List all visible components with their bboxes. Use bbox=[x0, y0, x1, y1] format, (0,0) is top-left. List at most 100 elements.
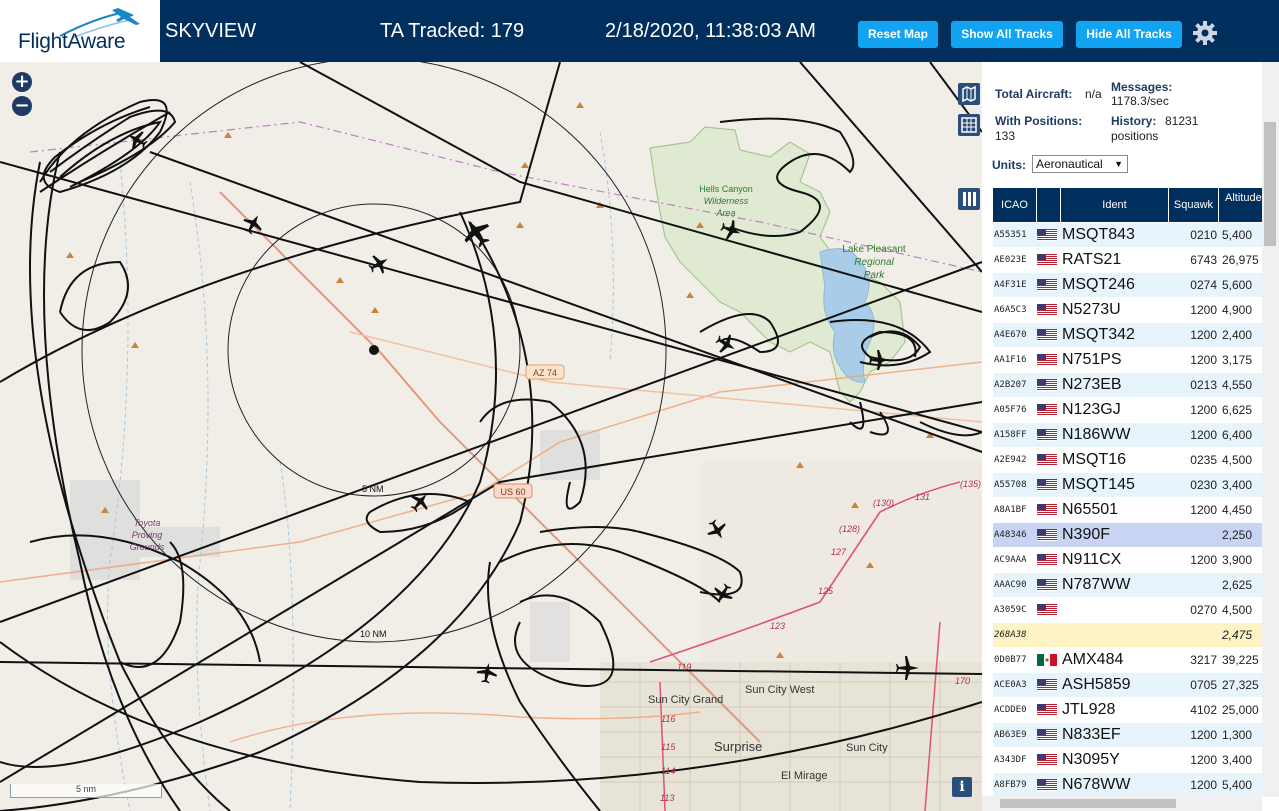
table-row[interactable]: AC9AAA N911CX 1200 3,900 bbox=[993, 548, 1279, 572]
ident-cell: ASH5859 bbox=[1062, 676, 1131, 693]
us-flag-icon bbox=[1037, 529, 1057, 541]
ident-cell: N787WW bbox=[1062, 576, 1131, 593]
table-row[interactable]: A55351 MSQT843 0210 5,400 bbox=[993, 223, 1279, 247]
zoom-in-button[interactable]: + bbox=[12, 72, 32, 92]
icao-cell: A48346 bbox=[994, 530, 1027, 540]
col-squawk[interactable]: Squawk bbox=[1169, 188, 1219, 222]
scale-label: 5 nm bbox=[75, 784, 96, 794]
us-flag-icon bbox=[1037, 779, 1057, 791]
icao-cell: A2E942 bbox=[994, 455, 1027, 465]
icao-cell: AC9AAA bbox=[994, 555, 1027, 565]
icao-cell: AA1F16 bbox=[994, 355, 1027, 365]
route-128: (128) bbox=[839, 524, 860, 534]
table-row[interactable]: AA1F16 N751PS 1200 3,175 bbox=[993, 348, 1279, 372]
az74-shield: AZ 74 bbox=[525, 364, 565, 380]
table-row[interactable]: A2E942 MSQT16 0235 4,500 bbox=[993, 448, 1279, 472]
squawk-cell: 1200 bbox=[1190, 553, 1217, 567]
altitude-cell: 5,400 bbox=[1222, 228, 1253, 242]
ident-cell: N833EF bbox=[1062, 726, 1121, 743]
altitude-cell: 1,300 bbox=[1222, 728, 1253, 742]
squawk-cell: 4102 bbox=[1190, 703, 1217, 717]
altitude-cell: 6,625 bbox=[1222, 403, 1253, 417]
table-row[interactable]: 0D0B77 AMX484 3217 39,225 bbox=[993, 648, 1279, 672]
altitude-cell: 25,000 bbox=[1222, 703, 1259, 717]
altitude-cell: 4,900 bbox=[1222, 303, 1253, 317]
urban-area bbox=[600, 462, 982, 811]
toyota-line-2: Proving bbox=[132, 530, 163, 540]
map-layers-icon[interactable] bbox=[958, 83, 980, 105]
az74-label: AZ 74 bbox=[533, 368, 557, 378]
flightaware-logo[interactable]: FlightAware bbox=[0, 0, 160, 62]
table-row[interactable]: AB63E9 N833EF 1200 1,300 bbox=[993, 723, 1279, 747]
table-row[interactable]: A2B207 N273EB 0213 4,550 bbox=[993, 373, 1279, 397]
table-row[interactable]: A4E670 MSQT342 1200 2,400 bbox=[993, 323, 1279, 347]
table-row[interactable]: A158FF N186WW 1200 6,400 bbox=[993, 423, 1279, 447]
scrollbar-thumb[interactable] bbox=[1264, 122, 1276, 246]
zoom-out-button[interactable]: − bbox=[12, 96, 32, 116]
gear-icon[interactable] bbox=[1191, 19, 1219, 47]
us-flag-icon bbox=[1037, 704, 1057, 716]
icao-cell: A55351 bbox=[994, 230, 1027, 240]
table-row[interactable]: A343DF N3095Y 1200 3,400 bbox=[993, 748, 1279, 772]
aircraft-icon[interactable] bbox=[712, 330, 739, 357]
icao-cell: A3059C bbox=[994, 605, 1027, 615]
grid-icon[interactable] bbox=[958, 114, 980, 136]
squawk-cell: 0210 bbox=[1190, 228, 1217, 242]
table-row[interactable]: ACE0A3 ASH5859 0705 27,325 bbox=[993, 673, 1279, 697]
table-row[interactable]: A8A1BF N65501 1200 4,450 bbox=[993, 498, 1279, 522]
squawk-cell: 0230 bbox=[1190, 478, 1217, 492]
squawk-cell: 3217 bbox=[1190, 653, 1217, 667]
ident-cell: N186WW bbox=[1062, 426, 1131, 443]
us-flag-icon bbox=[1037, 329, 1057, 341]
route-123: 123 bbox=[770, 621, 785, 631]
col-ident[interactable]: Ident bbox=[1061, 188, 1169, 222]
table-row[interactable]: AE023E RATS21 6743 26,975 bbox=[993, 248, 1279, 272]
aircraft-icon[interactable] bbox=[475, 661, 498, 684]
horizontal-scrollbar[interactable] bbox=[982, 796, 1262, 811]
ident-cell: N911CX bbox=[1062, 551, 1122, 568]
us-flag-icon bbox=[1037, 754, 1057, 766]
scrollbar-thumb[interactable] bbox=[1000, 799, 1176, 808]
altitude-cell: 26,975 bbox=[1222, 253, 1259, 267]
us-flag-icon bbox=[1037, 254, 1057, 266]
map-area[interactable]: Hells Canyon Wilderness Area Lake Pleasa… bbox=[0, 62, 982, 811]
table-row[interactable]: A3059C 0270 4,500 bbox=[993, 598, 1279, 622]
icao-cell: A8A1BF bbox=[994, 505, 1027, 515]
table-row[interactable]: A6A5C3 N5273U 1200 4,900 bbox=[993, 298, 1279, 322]
app-title: SKYVIEW bbox=[165, 20, 257, 42]
ident-cell: MSQT342 bbox=[1062, 326, 1135, 343]
map-canvas[interactable]: Hells Canyon Wilderness Area Lake Pleasa… bbox=[0, 62, 982, 811]
hide-all-tracks-button[interactable]: Hide All Tracks bbox=[1076, 21, 1182, 48]
squawk-cell bbox=[1169, 623, 1217, 647]
ident-cell: N751PS bbox=[1062, 351, 1122, 368]
table-row[interactable]: A05F76 N123GJ 1200 6,625 bbox=[993, 398, 1279, 422]
table-row[interactable]: A55708 MSQT145 0230 3,400 bbox=[993, 473, 1279, 497]
columns-icon[interactable] bbox=[958, 188, 980, 210]
squawk-cell: 1200 bbox=[1190, 778, 1217, 792]
us60-shield: US 60 bbox=[493, 483, 533, 499]
table-row[interactable]: AAAC90 N787WW 2,625 bbox=[993, 573, 1279, 597]
hells-canyon-line-3: Area bbox=[715, 208, 735, 218]
table-row[interactable]: 268A38 2,475 bbox=[993, 623, 1279, 647]
ident-cell: N678WW bbox=[1062, 776, 1131, 793]
table-row[interactable]: A48346 N390F 2,250 bbox=[993, 523, 1279, 547]
col-icao[interactable]: ICAO bbox=[993, 188, 1037, 222]
table-row[interactable]: A4F31E MSQT246 0274 5,600 bbox=[993, 273, 1279, 297]
units-label: Units: bbox=[992, 158, 1026, 172]
altitude-cell: 2,625 bbox=[1222, 578, 1253, 592]
route-131: 131 bbox=[915, 492, 930, 502]
vertical-scrollbar[interactable] bbox=[1262, 62, 1279, 796]
table-row[interactable]: ACDDE0 JTL928 4102 25,000 bbox=[993, 698, 1279, 722]
altitude-cell: 5,600 bbox=[1222, 278, 1253, 292]
col-flag[interactable] bbox=[1037, 188, 1061, 222]
lake-pleasant-line-1: Lake Pleasant bbox=[842, 244, 906, 255]
table-row[interactable]: A8FB79 N678WW 1200 5,400 bbox=[993, 773, 1279, 797]
us-flag-icon bbox=[1037, 554, 1057, 566]
show-all-tracks-button[interactable]: Show All Tracks bbox=[951, 21, 1063, 48]
history-value: 81231 bbox=[1165, 114, 1199, 128]
sun-city-west-label: Sun City West bbox=[745, 684, 815, 696]
units-select[interactable]: Aeronautical ▼ bbox=[1032, 155, 1128, 173]
icao-cell: A4F31E bbox=[994, 280, 1027, 290]
reset-map-button[interactable]: Reset Map bbox=[858, 21, 938, 48]
info-button[interactable]: i bbox=[952, 777, 972, 797]
